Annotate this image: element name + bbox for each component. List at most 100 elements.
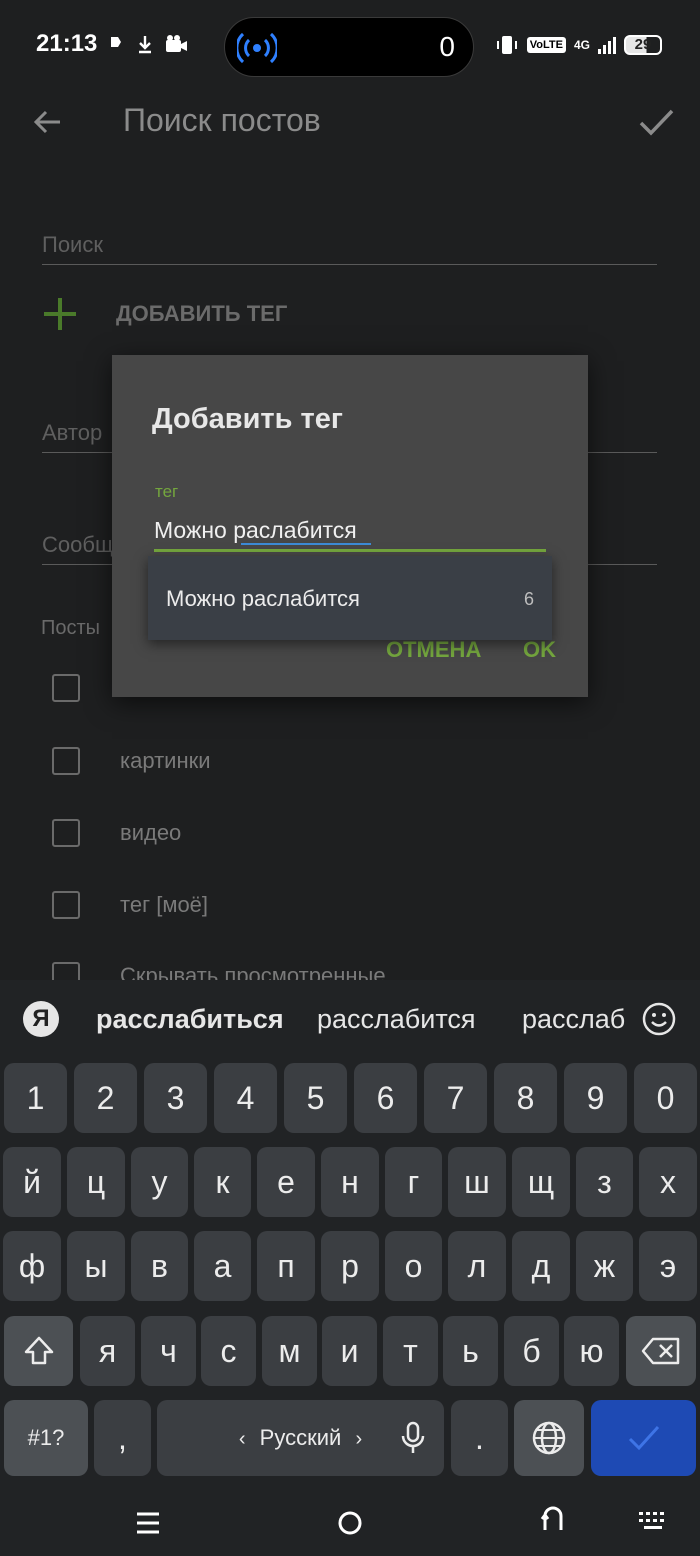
backspace-icon [641, 1337, 680, 1365]
language-key[interactable] [514, 1400, 584, 1476]
checkbox[interactable] [52, 747, 80, 775]
author-input[interactable]: Автор [42, 420, 102, 446]
clock: 21:13 [36, 30, 98, 57]
checkbox[interactable] [52, 891, 80, 919]
key-0[interactable]: 0 [634, 1063, 697, 1133]
key-letter[interactable]: й [3, 1147, 61, 1217]
add-tag-button[interactable]: ДОБАВИТЬ ТЕГ [42, 296, 287, 332]
suggestion-word[interactable]: расслабиться [96, 1004, 284, 1035]
key-letter[interactable]: у [131, 1147, 188, 1217]
key-letter[interactable]: ь [443, 1316, 498, 1386]
checkbox-label: видео [120, 820, 182, 845]
space-key[interactable]: ‹ Русский › [157, 1400, 444, 1476]
key-letter[interactable]: ж [576, 1231, 633, 1301]
emoji-icon[interactable] [642, 1002, 676, 1036]
status-bar: 21:13 0 VoLTE 4G 29 [0, 0, 700, 90]
dialog-title: Добавить тег [152, 403, 343, 435]
shift-key[interactable] [4, 1316, 73, 1386]
key-5[interactable]: 5 [284, 1063, 347, 1133]
community-input[interactable]: Сообщ [42, 532, 113, 558]
search-underline [42, 264, 657, 265]
app-bar: Поиск постов [0, 90, 700, 166]
back-arrow-icon[interactable] [30, 104, 66, 140]
key-8[interactable]: 8 [494, 1063, 557, 1133]
video-camera-icon [166, 35, 188, 52]
key-letter[interactable]: ч [141, 1316, 196, 1386]
key-letter[interactable]: р [321, 1231, 379, 1301]
key-3[interactable]: 3 [144, 1063, 207, 1133]
key-letter[interactable]: о [385, 1231, 442, 1301]
network-type: 4G [573, 38, 590, 52]
ok-button[interactable]: OK [523, 637, 556, 663]
checkbox-row-my-tag[interactable]: тег [моё] [52, 891, 208, 919]
key-letter[interactable]: м [262, 1316, 317, 1386]
checkbox-row-video[interactable]: видео [52, 819, 181, 847]
key-letter[interactable]: а [194, 1231, 251, 1301]
suggestion-bar: Я расслабиться расслабится расслаб [0, 980, 700, 1060]
search-input[interactable]: Поиск [42, 232, 103, 258]
keyboard: Я расслабиться расслабится расслаб 1 2 3… [0, 980, 700, 1494]
posts-section-header: Посты [41, 617, 101, 639]
symbols-key[interactable]: #1? [4, 1400, 88, 1476]
key-letter[interactable]: п [257, 1231, 315, 1301]
add-tag-dialog: Добавить тег тег Можно раслабится ОТМЕНА… [112, 355, 588, 697]
download-icon [138, 36, 151, 54]
key-letter[interactable]: б [504, 1316, 559, 1386]
volte-badge: VoLTE [526, 37, 566, 53]
globe-icon [532, 1421, 566, 1455]
suggestion-word[interactable]: расслабится [317, 1004, 476, 1035]
suggestion-word[interactable]: расслаб [522, 1004, 625, 1035]
key-letter[interactable]: ю [564, 1316, 619, 1386]
notification-icons [108, 34, 189, 60]
key-letter[interactable]: л [448, 1231, 506, 1301]
key-letter[interactable]: э [639, 1231, 697, 1301]
chevron-left-icon: ‹ [238, 1428, 246, 1450]
key-7[interactable]: 7 [424, 1063, 487, 1133]
period-key[interactable]: . [451, 1400, 508, 1476]
checkbox-row-images[interactable]: картинки [52, 747, 211, 775]
key-letter[interactable]: я [80, 1316, 135, 1386]
tag-input[interactable]: Можно раслабится [154, 517, 546, 544]
checkbox-label: тег [моё] [120, 892, 209, 917]
key-letter[interactable]: д [512, 1231, 570, 1301]
cancel-button[interactable]: ОТМЕНА [386, 637, 481, 663]
key-letter[interactable]: г [385, 1147, 442, 1217]
key-letter[interactable]: е [257, 1147, 315, 1217]
menu-icon[interactable] [135, 1511, 161, 1535]
key-letter[interactable]: к [194, 1147, 251, 1217]
key-4[interactable]: 4 [214, 1063, 277, 1133]
key-letter[interactable]: н [321, 1147, 379, 1217]
system-icons: VoLTE 4G 29 [495, 34, 662, 56]
chevron-right-icon: › [355, 1428, 363, 1450]
backspace-key[interactable] [626, 1316, 696, 1386]
key-letter[interactable]: в [131, 1231, 188, 1301]
key-2[interactable]: 2 [74, 1063, 137, 1133]
key-letter[interactable]: и [322, 1316, 377, 1386]
microphone-icon[interactable] [400, 1421, 426, 1455]
back-icon[interactable] [540, 1506, 566, 1532]
dynamic-island[interactable]: 0 [224, 17, 474, 77]
autocomplete-item[interactable]: Можно раслабится 6 [148, 556, 552, 640]
checkbox[interactable] [52, 674, 80, 702]
key-letter[interactable]: ш [448, 1147, 506, 1217]
key-letter[interactable]: ф [3, 1231, 61, 1301]
key-letter[interactable]: щ [512, 1147, 570, 1217]
key-letter[interactable]: х [639, 1147, 697, 1217]
key-9[interactable]: 9 [564, 1063, 627, 1133]
comma-key[interactable]: , [94, 1400, 151, 1476]
home-icon[interactable] [337, 1510, 363, 1536]
key-letter[interactable]: с [201, 1316, 256, 1386]
checkbox[interactable] [52, 819, 80, 847]
key-letter[interactable]: т [383, 1316, 438, 1386]
key-6[interactable]: 6 [354, 1063, 417, 1133]
yandex-logo-icon[interactable]: Я [23, 1001, 59, 1037]
confirm-check-icon[interactable] [636, 102, 676, 142]
key-letter[interactable]: з [576, 1147, 633, 1217]
key-1[interactable]: 1 [4, 1063, 67, 1133]
keyboard-hide-icon[interactable] [637, 1510, 669, 1534]
key-letter[interactable]: ц [67, 1147, 125, 1217]
enter-key[interactable] [591, 1400, 696, 1476]
key-letter[interactable]: ы [67, 1231, 125, 1301]
hotspot-count: 0 [439, 31, 455, 62]
add-tag-label: ДОБАВИТЬ ТЕГ [116, 301, 288, 326]
